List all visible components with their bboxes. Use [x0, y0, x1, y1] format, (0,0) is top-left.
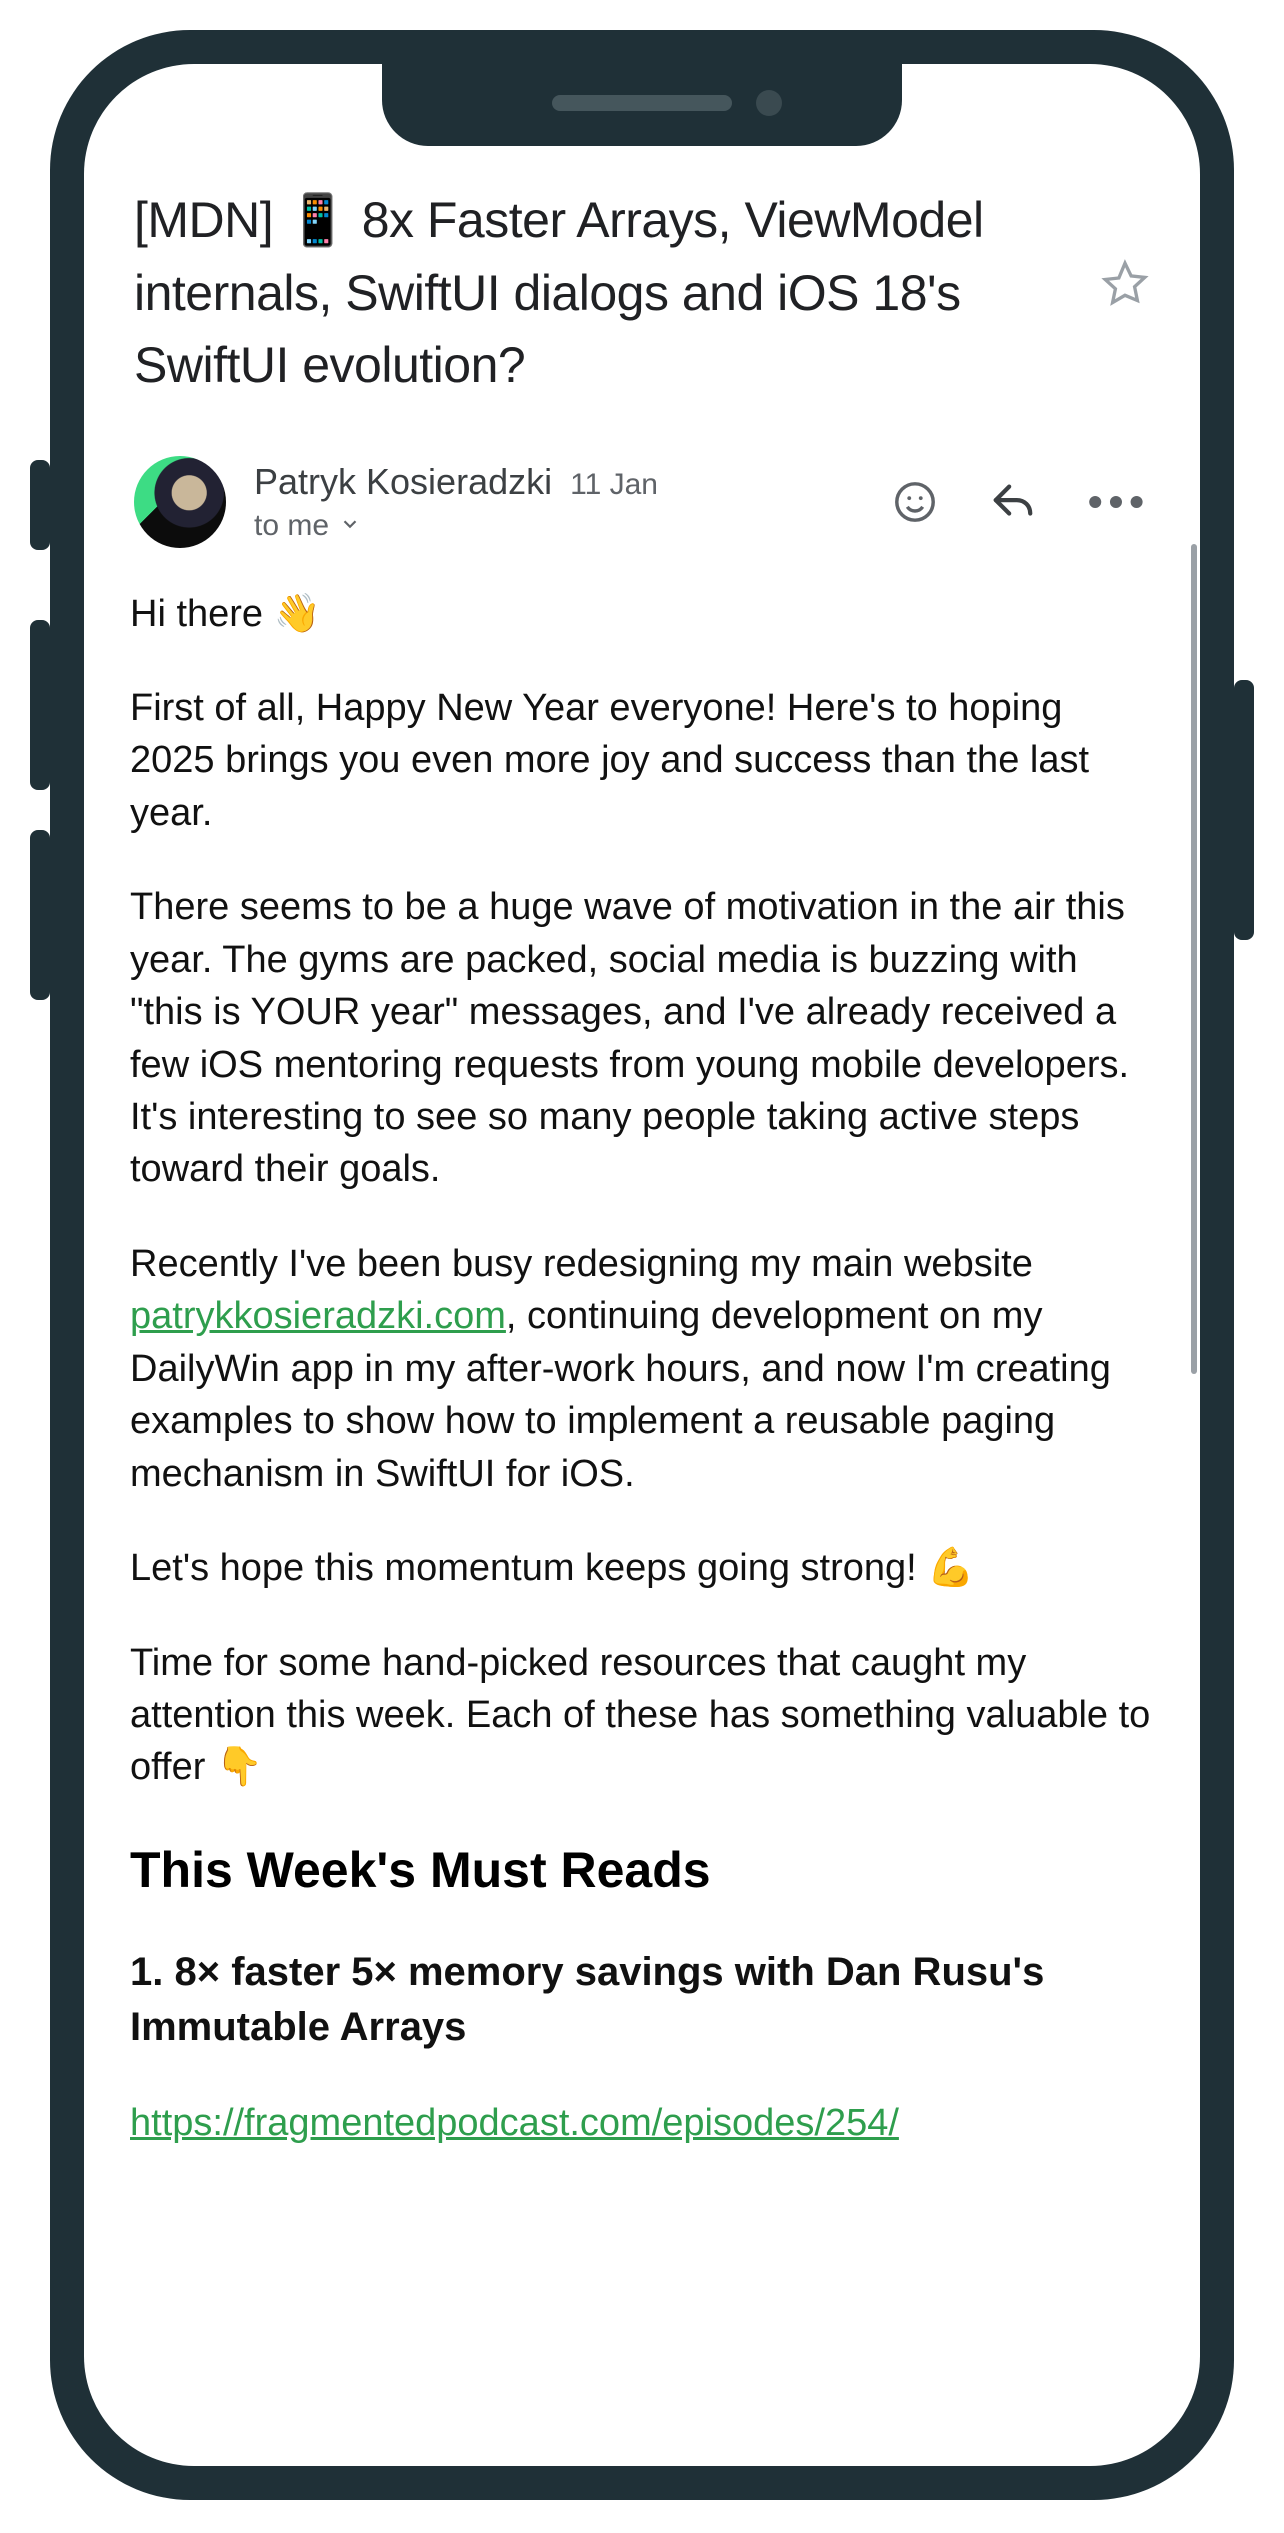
phone-screen: [MDN] 📱 8x Faster Arrays, ViewModel inte… [84, 64, 1200, 2466]
email-date: 11 Jan [570, 468, 658, 502]
paragraph-2: There seems to be a huge wave of motivat… [130, 881, 1154, 1196]
chevron-down-icon [339, 509, 361, 543]
section-heading: This Week's Must Reads [130, 1836, 1154, 1905]
dots-icon: ••• [1088, 478, 1150, 525]
phone-power-button [1234, 680, 1254, 940]
more-options-button[interactable]: ••• [1088, 481, 1150, 523]
phone-frame: [MDN] 📱 8x Faster Arrays, ViewModel inte… [50, 30, 1234, 2500]
reply-icon [990, 479, 1036, 525]
p3-text-a: Recently I've been busy redesigning my m… [130, 1243, 1033, 1285]
paragraph-3: Recently I've been busy redesigning my m… [130, 1238, 1154, 1500]
star-icon [1100, 258, 1150, 308]
phone-speaker [552, 95, 732, 111]
smiley-icon [892, 479, 938, 525]
phone-notch [382, 64, 902, 146]
item-1-link[interactable]: https://fragmentedpodcast.com/episodes/2… [130, 2102, 899, 2144]
star-button[interactable] [1100, 258, 1150, 313]
item-1-title: 1. 8× faster 5× memory savings with Dan … [130, 1945, 1154, 2055]
recipient-label: to me [254, 509, 329, 543]
recipient-dropdown[interactable]: to me [254, 509, 864, 543]
phone-mute-switch [30, 460, 50, 550]
paragraph-5: Time for some hand-picked resources that… [130, 1637, 1154, 1794]
phone-volume-down [30, 830, 50, 1000]
scrollbar-thumb[interactable] [1191, 544, 1197, 1374]
greeting-text: Hi there 👋 [130, 588, 1154, 640]
sender-name: Patryk Kosieradzki [254, 461, 552, 503]
email-subject: [MDN] 📱 8x Faster Arrays, ViewModel inte… [134, 184, 1080, 402]
sender-avatar[interactable] [134, 456, 226, 548]
react-button[interactable] [892, 479, 938, 525]
paragraph-1: First of all, Happy New Year everyone! H… [130, 682, 1154, 839]
phone-volume-up [30, 620, 50, 790]
reply-button[interactable] [990, 479, 1036, 525]
email-view: [MDN] 📱 8x Faster Arrays, ViewModel inte… [84, 64, 1200, 2466]
phone-camera [756, 90, 782, 116]
paragraph-4: Let's hope this momentum keeps going str… [130, 1542, 1154, 1594]
website-link[interactable]: patrykkosieradzki.com [130, 1295, 506, 1337]
email-body: Hi there 👋 First of all, Happy New Year … [124, 588, 1160, 2150]
